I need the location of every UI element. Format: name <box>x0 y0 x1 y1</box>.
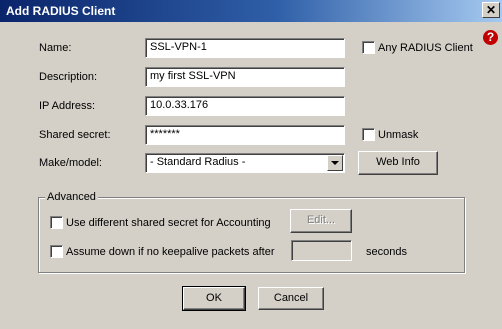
ip-address-input[interactable]: 10.0.33.176 <box>145 96 345 116</box>
window-title: Add RADIUS Client <box>6 4 116 18</box>
accounting-secret-label: Use different shared secret for Accounti… <box>66 217 271 229</box>
make-model-label: Make/model: <box>39 157 102 169</box>
keepalive-checkbox[interactable] <box>50 245 63 258</box>
close-button[interactable]: ✕ <box>482 2 500 18</box>
description-input[interactable]: my first SSL-VPN <box>145 67 345 87</box>
any-radius-checkbox[interactable] <box>362 41 375 54</box>
advanced-group-title: Advanced <box>45 191 98 203</box>
close-icon: ✕ <box>485 3 497 17</box>
any-radius-label: Any RADIUS Client <box>378 42 473 54</box>
edit-button-label: Edit... <box>306 214 336 226</box>
web-info-label: Web Info <box>376 156 420 168</box>
ok-button[interactable]: OK <box>182 286 246 311</box>
name-input[interactable]: SSL-VPN-1 <box>145 38 345 58</box>
make-model-value: - Standard Radius - <box>150 156 246 168</box>
advanced-group <box>38 197 465 273</box>
title-bar: Add RADIUS Client ✕ <box>0 0 502 22</box>
seconds-label: seconds <box>366 246 407 258</box>
unmask-label: Unmask <box>378 129 419 141</box>
chevron-down-icon[interactable] <box>327 155 343 171</box>
web-info-button[interactable]: Web Info <box>358 151 438 175</box>
cancel-button[interactable]: Cancel <box>258 287 324 310</box>
description-label: Description: <box>39 71 98 83</box>
edit-button[interactable]: Edit... <box>290 209 352 233</box>
keepalive-seconds-input[interactable] <box>291 240 352 261</box>
help-icon[interactable]: ? <box>483 30 498 45</box>
shared-secret-label: Shared secret: <box>39 129 111 141</box>
shared-secret-input[interactable]: ******* <box>145 125 345 145</box>
ok-label: OK <box>206 292 222 304</box>
accounting-secret-checkbox[interactable] <box>50 216 63 229</box>
cancel-label: Cancel <box>273 292 309 304</box>
make-model-select[interactable]: - Standard Radius - <box>145 153 345 173</box>
unmask-checkbox[interactable] <box>362 128 375 141</box>
name-label: Name: <box>39 42 72 54</box>
ip-address-label: IP Address: <box>39 100 96 112</box>
keepalive-label: Assume down if no keepalive packets afte… <box>66 246 275 258</box>
